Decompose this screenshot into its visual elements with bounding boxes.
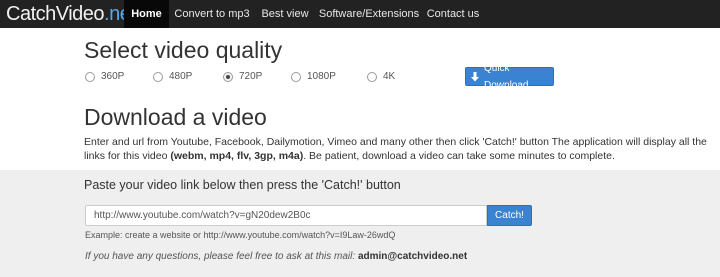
quality-option-label: 1080P	[307, 71, 336, 82]
description-formats: (webm, mp4, flv, 3gp, m4a)	[170, 150, 304, 162]
download-heading: Download a video	[84, 104, 267, 130]
quality-option-360p[interactable]: 360P	[85, 70, 124, 84]
quality-option-720p[interactable]: 720P	[223, 70, 262, 84]
contact-note: If you have any questions, please feel f…	[85, 250, 467, 263]
quality-option-label: 480P	[169, 71, 193, 82]
radio-button-selected[interactable]	[223, 72, 233, 82]
quality-option-label: 720P	[239, 71, 263, 82]
nav-item-software-extensions[interactable]: Software/Extensions	[318, 0, 420, 28]
paste-heading: Paste your video link below then press t…	[84, 178, 401, 192]
quality-option-4k[interactable]: 4K	[367, 70, 395, 84]
quality-option-label: 360P	[101, 71, 125, 82]
quality-option-1080p[interactable]: 1080P	[291, 70, 336, 84]
nav-item-convert-to-mp3[interactable]: Convert to mp3	[171, 0, 253, 28]
nav-item-home[interactable]: Home	[124, 0, 169, 28]
radio-button[interactable]	[367, 72, 377, 82]
catch-button[interactable]: Catch!	[487, 205, 532, 226]
quality-heading: Select video quality	[84, 37, 283, 63]
download-description: Enter and url from Youtube, Facebook, Da…	[84, 135, 720, 163]
quick-download-button[interactable]: Quick Download	[465, 63, 554, 91]
brand-logo[interactable]: CatchVideo.net	[6, 3, 136, 25]
nav-item-best-view[interactable]: Best view	[255, 0, 315, 28]
radio-button[interactable]	[85, 72, 95, 82]
radio-button[interactable]	[291, 72, 301, 82]
download-arrow-icon	[470, 71, 480, 82]
brand-name: CatchVideo	[6, 3, 105, 25]
contact-email[interactable]: admin@catchvideo.net	[358, 251, 467, 262]
video-url-input[interactable]	[85, 205, 487, 226]
description-text-end: . Be patient, download a video can take …	[303, 150, 615, 162]
quick-download-label: Quick Download	[484, 62, 529, 91]
radio-button[interactable]	[153, 72, 163, 82]
top-navbar: CatchVideo.net Home Convert to mp3 Best …	[0, 0, 720, 28]
contact-note-text: If you have any questions, please feel f…	[85, 251, 358, 262]
nav-item-contact-us[interactable]: Contact us	[422, 0, 484, 28]
quality-option-480p[interactable]: 480P	[153, 70, 192, 84]
quality-option-label: 4K	[383, 71, 396, 82]
example-text: Example: create a website or http://www.…	[85, 230, 396, 240]
